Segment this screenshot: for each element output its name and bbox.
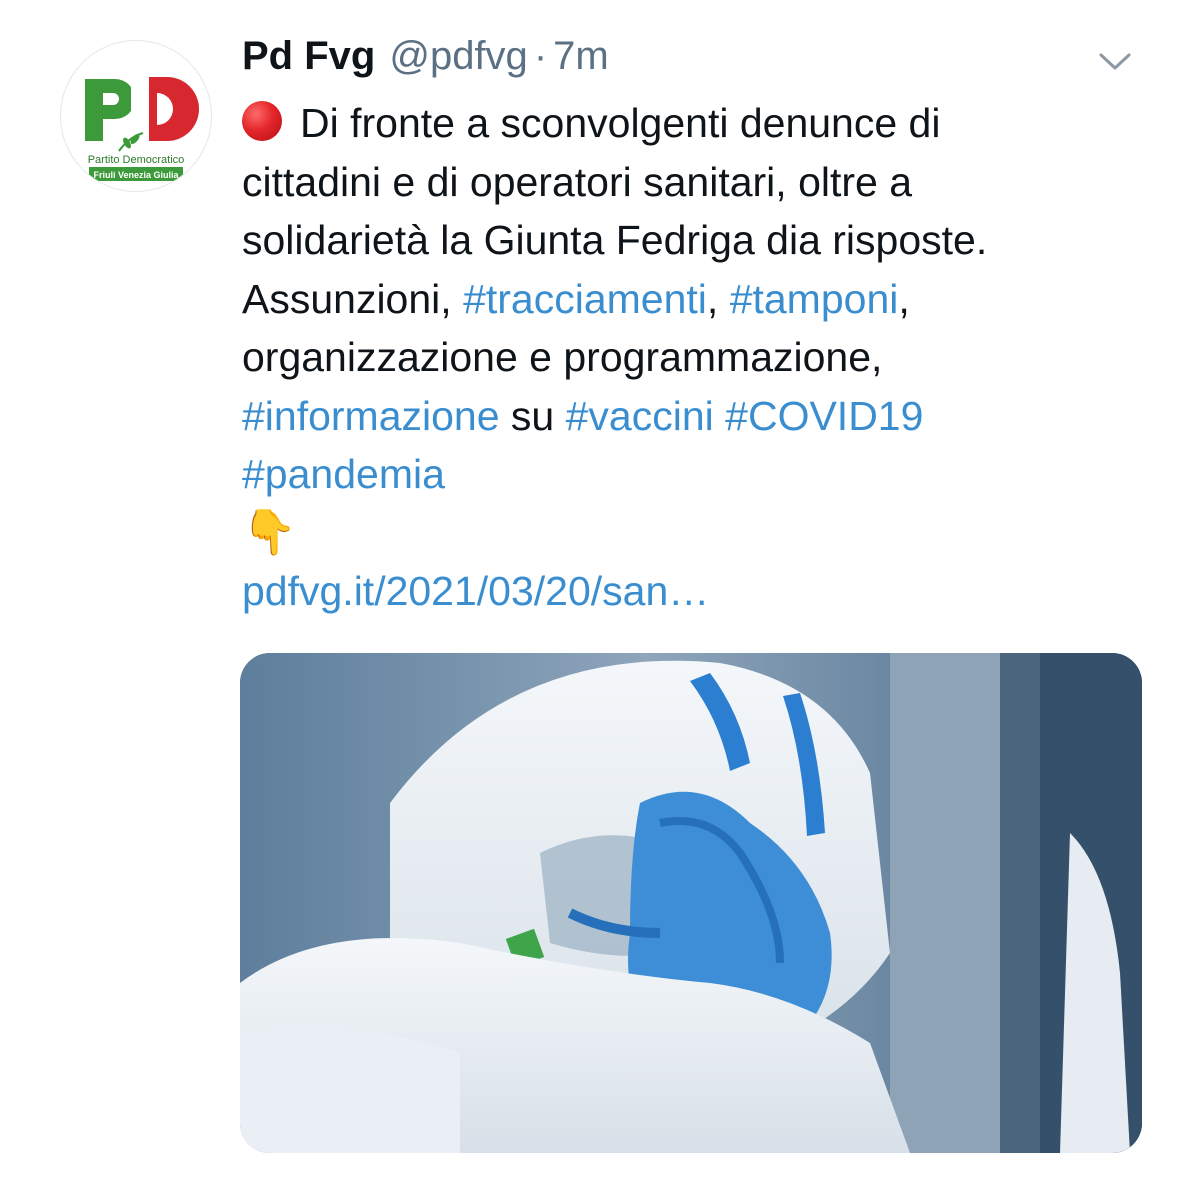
- hashtag-link[interactable]: #tracciamenti: [463, 276, 707, 322]
- text-segment: Assunzioni,: [242, 275, 464, 322]
- hashtag-link[interactable]: #vaccini: [566, 393, 714, 439]
- text-line: solidarietà la Giunta Fedriga dia rispos…: [242, 211, 1142, 270]
- tweet-media-photo[interactable]: [240, 653, 1142, 1153]
- pointing-down-emoji-icon: 👇: [242, 507, 297, 557]
- hashtag-link[interactable]: #informazione: [242, 393, 500, 439]
- red-circle-emoji-icon: [242, 101, 282, 141]
- display-name[interactable]: Pd Fvg: [242, 34, 375, 79]
- text-line: #informazione su #vaccini #COVID19: [242, 387, 1142, 446]
- text-line: #pandemia: [242, 445, 1142, 504]
- text-segment: Di fronte a sconvolgenti denunce di: [300, 100, 941, 146]
- text-segment: su: [499, 392, 566, 439]
- text-segment: ,: [706, 275, 730, 322]
- tweet-text: Di fronte a sconvolgenti denunce di citt…: [242, 94, 1142, 621]
- hashtag-link[interactable]: #tamponi: [730, 276, 899, 322]
- pd-logo: Partito Democratico Friuli Venezia Giuli…: [62, 42, 210, 190]
- timestamp[interactable]: 7m: [553, 34, 609, 79]
- avatar[interactable]: Partito Democratico Friuli Venezia Giuli…: [60, 40, 212, 192]
- text-segment: solidarietà la Giunta Fedriga dia rispos…: [242, 217, 988, 263]
- article-link[interactable]: pdfvg.it/2021/03/20/san…: [242, 568, 709, 614]
- media-photo-illustration: [240, 653, 1142, 1153]
- text-segment: organizzazione e programmazione,: [242, 334, 883, 380]
- text-line: cittadini e di operatori sanitari, oltre…: [242, 153, 1142, 212]
- logo-region: Friuli Venezia Giulia: [93, 170, 179, 180]
- chevron-down-icon[interactable]: [1098, 52, 1132, 72]
- text-line: Assunzioni, #tracciamenti, #tamponi,: [242, 270, 1142, 329]
- text-line: 👇: [242, 504, 1142, 563]
- hashtag-link[interactable]: #pandemia: [242, 451, 445, 497]
- user-handle[interactable]: @pdfvg: [389, 34, 527, 79]
- text-line: Di fronte a sconvolgenti denunce di: [242, 94, 1142, 153]
- text-segment: [714, 393, 725, 439]
- text-segment: ,: [898, 275, 910, 322]
- hashtag-link[interactable]: #COVID19: [725, 393, 923, 439]
- tweet[interactable]: Partito Democratico Friuli Venezia Giuli…: [0, 0, 1200, 1178]
- text-segment: cittadini e di operatori sanitari, oltre…: [242, 158, 913, 205]
- text-line: organizzazione e programmazione,: [242, 328, 1142, 387]
- text-line: pdfvg.it/2021/03/20/san…: [242, 562, 1142, 621]
- logo-party-name: Partito Democratico: [88, 154, 185, 166]
- separator-dot: ·: [533, 34, 548, 78]
- tweet-header: Pd Fvg @pdfvg · 7m: [242, 34, 609, 86]
